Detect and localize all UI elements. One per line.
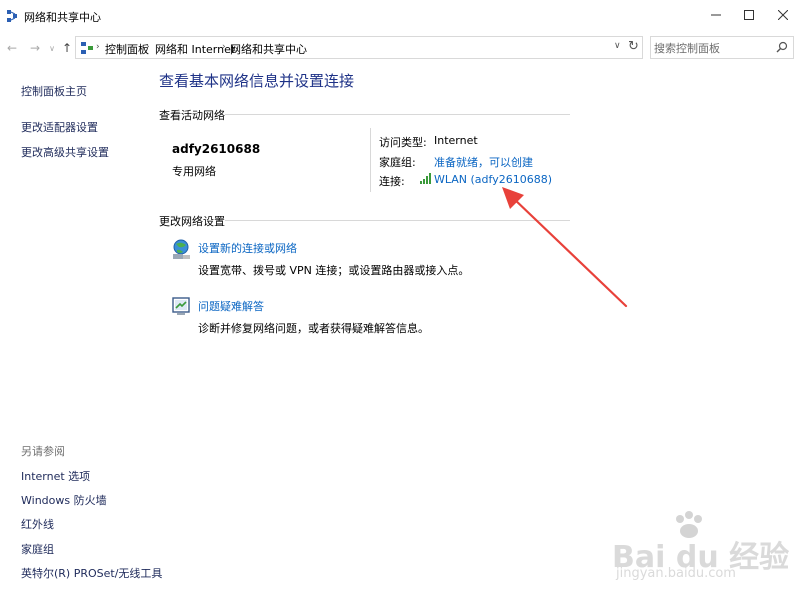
control-panel-icon: [81, 42, 93, 54]
close-button[interactable]: [760, 0, 800, 30]
back-button[interactable]: ←: [5, 40, 19, 56]
chevron-down-icon: ∨: [614, 41, 621, 51]
search-box[interactable]: [650, 36, 794, 59]
sidebar-link-windows-firewall[interactable]: Windows 防火墙: [21, 492, 107, 508]
address-row: ← → ∨ ↑ › 控制面板 › 网络和 Internet › 网络和共享中心 …: [0, 36, 800, 60]
refresh-icon: ↻: [628, 39, 639, 54]
troubleshoot-icon[interactable]: [171, 296, 191, 318]
network-type: 专用网络: [172, 165, 216, 178]
refresh-button[interactable]: ↻: [628, 39, 639, 54]
homegroup-link[interactable]: 准备就绪，可以创建: [434, 154, 533, 170]
address-bar[interactable]: › 控制面板 › 网络和 Internet › 网络和共享中心 ∨ ↻: [75, 36, 643, 59]
sidebar-link-change-adapter-settings[interactable]: 更改适配器设置: [21, 119, 98, 135]
access-type-label: 访问类型:: [379, 136, 427, 149]
troubleshoot-problems-description: 诊断并修复网络问题，或者获得疑难解答信息。: [198, 322, 429, 335]
recent-locations-button[interactable]: ∨: [45, 40, 59, 56]
breadcrumb-separator: ›: [222, 42, 226, 52]
troubleshoot-problems-link[interactable]: 问题疑难解答: [198, 298, 264, 314]
minimize-icon: [710, 14, 721, 16]
up-button[interactable]: ↑: [60, 40, 74, 56]
search-icon[interactable]: [775, 40, 789, 54]
up-arrow-icon: ↑: [61, 41, 73, 55]
change-network-settings-heading: 更改网络设置: [159, 215, 225, 228]
sidebar-link-change-advanced-sharing[interactable]: 更改高级共享设置: [21, 144, 109, 160]
baidu-jingyan-watermark: Bai du 经验 jingyan.baidu.com: [612, 510, 789, 586]
sidebar-link-infrared[interactable]: 红外线: [21, 516, 54, 532]
setup-new-connection-description: 设置宽带、拨号或 VPN 连接；或设置路由器或接入点。: [198, 264, 470, 277]
connection-label: 连接:: [379, 175, 405, 188]
section-divider: [225, 114, 570, 115]
page-title: 查看基本网络信息并设置连接: [159, 72, 355, 90]
sidebar-link-internet-options[interactable]: Internet 选项: [21, 468, 90, 484]
address-dropdown-button[interactable]: ∨: [614, 41, 621, 51]
title-bar: 网络和共享中心: [0, 0, 800, 32]
sidebar-link-control-panel-home[interactable]: 控制面板主页: [21, 83, 87, 99]
search-input[interactable]: [654, 40, 772, 56]
window-title: 网络和共享中心: [24, 11, 101, 24]
active-networks-heading: 查看活动网络: [159, 109, 225, 122]
maximize-icon: [743, 10, 754, 20]
back-arrow-icon: ←: [6, 41, 18, 55]
wifi-signal-icon: [420, 173, 431, 184]
close-icon: [777, 10, 788, 20]
see-also-heading: 另请参阅: [21, 445, 65, 458]
forward-button[interactable]: →: [28, 40, 42, 56]
sidebar-link-intel-proset[interactable]: 英特尔(R) PROSet/无线工具: [21, 565, 162, 581]
network-name: adfy2610688: [172, 142, 261, 156]
network-setup-icon[interactable]: [171, 238, 191, 260]
watermark-url: jingyan.baidu.com: [616, 566, 736, 581]
setup-new-connection-link[interactable]: 设置新的连接或网络: [198, 240, 297, 256]
network-center-app-icon: [7, 10, 17, 22]
chevron-down-icon: ∨: [49, 43, 55, 53]
annotation-arrow: [502, 187, 628, 308]
sidebar-link-homegroup[interactable]: 家庭组: [21, 541, 54, 557]
access-type-value: Internet: [434, 134, 478, 147]
homegroup-label: 家庭组:: [379, 156, 416, 169]
forward-arrow-icon: →: [29, 41, 41, 55]
breadcrumb-control-panel[interactable]: 控制面板: [105, 41, 149, 57]
network-info-divider: [370, 128, 371, 192]
breadcrumb-network-sharing-center[interactable]: 网络和共享中心: [230, 41, 307, 57]
breadcrumb-separator: ›: [146, 42, 150, 52]
breadcrumb-separator: ›: [96, 42, 100, 52]
